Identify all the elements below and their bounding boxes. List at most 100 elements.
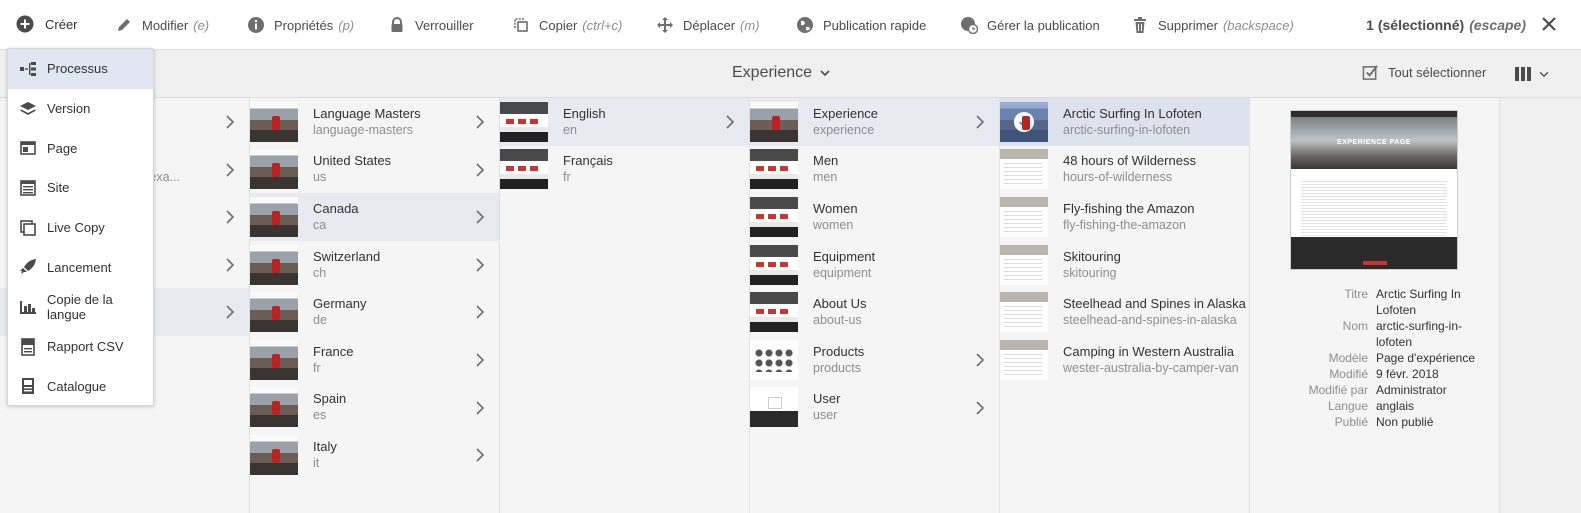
launch-icon bbox=[20, 259, 36, 275]
page-thumbnail bbox=[500, 101, 548, 142]
view-switcher[interactable] bbox=[1514, 65, 1549, 83]
property-key: Modifié par bbox=[1308, 383, 1368, 397]
lock-icon bbox=[391, 17, 403, 32]
page-thumbnail bbox=[750, 339, 798, 380]
property-row: Nom arctic-surfing-in-lofoten bbox=[1250, 318, 1499, 350]
chevron-right-icon bbox=[476, 305, 485, 319]
list-item[interactable]: Camping in Western Australia wester-austr… bbox=[1000, 336, 1249, 384]
list-item[interactable]: Language Masters language-masters bbox=[250, 98, 499, 146]
item-title: Products bbox=[813, 343, 865, 359]
list-item[interactable]: Products products bbox=[750, 336, 999, 384]
list-item[interactable]: United States us bbox=[250, 146, 499, 194]
item-title: Experience bbox=[813, 105, 879, 121]
list-item[interactable]: Experience experience bbox=[750, 98, 999, 146]
property-value: anglais bbox=[1376, 399, 1415, 413]
chevron-right-icon bbox=[226, 258, 235, 272]
item-title: Spain bbox=[313, 391, 347, 407]
edit-button[interactable]: Modifier (e) bbox=[115, 0, 209, 50]
item-title: Women bbox=[813, 200, 858, 216]
list-item[interactable]: Equipment equipment bbox=[750, 241, 999, 289]
catalog-icon bbox=[22, 378, 34, 395]
copy-button[interactable]: Copier (ctrl+c) bbox=[512, 0, 622, 50]
property-key: Modifié bbox=[1329, 367, 1368, 381]
item-name: experience bbox=[813, 122, 875, 137]
list-item[interactable]: User user bbox=[750, 384, 999, 432]
item-name: fly-fishing-the-amazon bbox=[1063, 217, 1186, 232]
title-bar: Experience Tout sélectionner bbox=[0, 50, 1581, 98]
list-item[interactable]: Arctic Surfing In Lofoten arctic-surfing-… bbox=[1000, 98, 1249, 146]
list-item[interactable]: Steelhead and Spines in Alaska steelhead-… bbox=[1000, 288, 1249, 336]
checkmark-icon bbox=[1014, 111, 1034, 132]
page-thumbnail bbox=[750, 101, 798, 142]
list-item[interactable]: Spain es bbox=[250, 384, 499, 432]
selection-shortcut: (escape) bbox=[1469, 17, 1526, 33]
chevron-right-icon bbox=[976, 400, 985, 415]
item-title: Equipment bbox=[813, 248, 876, 264]
page-thumbnail bbox=[250, 149, 298, 190]
list-item[interactable]: Fly-fishing the Amazon fly-fishing-the-am… bbox=[1000, 193, 1249, 241]
property-row: Publié Non publié bbox=[1250, 414, 1499, 430]
list-item[interactable]: 48 hours of Wilderness hours-of-wildernes… bbox=[1000, 146, 1249, 194]
delete-button[interactable]: Supprimer (backspace) bbox=[1131, 0, 1294, 50]
list-item[interactable]: About Us about-us bbox=[750, 288, 999, 336]
item-title: Skitouring bbox=[1063, 248, 1121, 264]
item-title: Language Masters bbox=[313, 105, 421, 121]
item-name: language-masters bbox=[313, 122, 414, 137]
properties-button[interactable]: Propriétés (p) bbox=[247, 0, 354, 50]
column-languages: English en Français fr bbox=[500, 98, 750, 513]
close-icon[interactable] bbox=[1540, 15, 1558, 33]
move-button[interactable]: Déplacer (m) bbox=[656, 0, 760, 50]
menu-item-site[interactable]: Site bbox=[8, 168, 153, 208]
chevron-right-icon bbox=[476, 210, 485, 224]
create-button[interactable]: Créer bbox=[16, 15, 78, 33]
move-shortcut: (m) bbox=[740, 17, 760, 33]
list-item[interactable]: Germany de bbox=[250, 288, 499, 336]
list-item[interactable]: Italy it bbox=[250, 431, 499, 479]
chevron-right-icon bbox=[226, 163, 235, 177]
location-title-label: Experience bbox=[732, 64, 813, 81]
list-item[interactable]: Skitouring skitouring bbox=[1000, 241, 1249, 289]
copy-shortcut: (ctrl+c) bbox=[582, 17, 623, 33]
menu-item-page[interactable]: Page bbox=[8, 128, 153, 168]
property-value: arctic-surfing-in-lofoten bbox=[1376, 319, 1463, 349]
manage-publication-button[interactable]: Gérer la publication bbox=[960, 0, 1100, 50]
menu-item-version[interactable]: Version bbox=[8, 89, 153, 129]
page-thumbnail bbox=[1000, 196, 1048, 237]
list-item[interactable]: Français fr bbox=[500, 146, 749, 194]
menu-item-label: Copie de la langue bbox=[47, 291, 113, 322]
item-title: Steelhead and Spines in Alaska bbox=[1063, 296, 1246, 312]
property-row: Langue anglais bbox=[1250, 398, 1499, 414]
lock-button[interactable]: Verrouiller bbox=[388, 0, 474, 50]
menu-item-catalog[interactable]: Catalogue bbox=[8, 367, 153, 407]
list-item[interactable]: Women women bbox=[750, 193, 999, 241]
property-row: Titre Arctic Surfing In Lofoten bbox=[1250, 286, 1499, 318]
item-name: men bbox=[813, 170, 838, 185]
list-item[interactable]: France fr bbox=[250, 336, 499, 384]
chevron-right-icon bbox=[476, 163, 485, 177]
create-menu: Processus Version Page Site Live Copy La… bbox=[7, 48, 154, 406]
menu-item-launch[interactable]: Lancement bbox=[8, 247, 153, 287]
chevron-right-icon bbox=[476, 115, 485, 129]
menu-item-label: Page bbox=[47, 140, 78, 156]
list-item[interactable]: Canada ca bbox=[250, 193, 499, 241]
list-item[interactable]: Men men bbox=[750, 146, 999, 194]
property-key: Titre bbox=[1344, 287, 1368, 301]
quick-publish-button[interactable]: Publication rapide bbox=[796, 0, 926, 50]
trash-icon bbox=[1134, 17, 1146, 33]
location-title[interactable]: Experience bbox=[732, 64, 830, 82]
menu-item-language-copy[interactable]: Copie de la langue bbox=[8, 287, 153, 327]
select-all-button[interactable]: Tout sélectionner bbox=[1362, 64, 1486, 81]
menu-item-live-copy[interactable]: Live Copy bbox=[8, 208, 153, 248]
list-item[interactable]: English en bbox=[500, 98, 749, 146]
list-item[interactable]: Switzerland ch bbox=[250, 241, 499, 289]
chevron-right-icon bbox=[226, 210, 235, 224]
move-label: Déplacer bbox=[683, 17, 736, 33]
page-thumbnail bbox=[1000, 149, 1048, 190]
item-name: it bbox=[313, 455, 320, 470]
page-thumbnail bbox=[750, 149, 798, 190]
item-title: Arctic Surfing In Lofoten bbox=[1063, 105, 1202, 121]
chevron-right-icon bbox=[476, 353, 485, 367]
menu-item-csv-report[interactable]: Rapport CSV bbox=[8, 327, 153, 367]
menu-item-workflow[interactable]: Processus bbox=[8, 49, 153, 89]
selection-overlay bbox=[1000, 101, 1048, 142]
